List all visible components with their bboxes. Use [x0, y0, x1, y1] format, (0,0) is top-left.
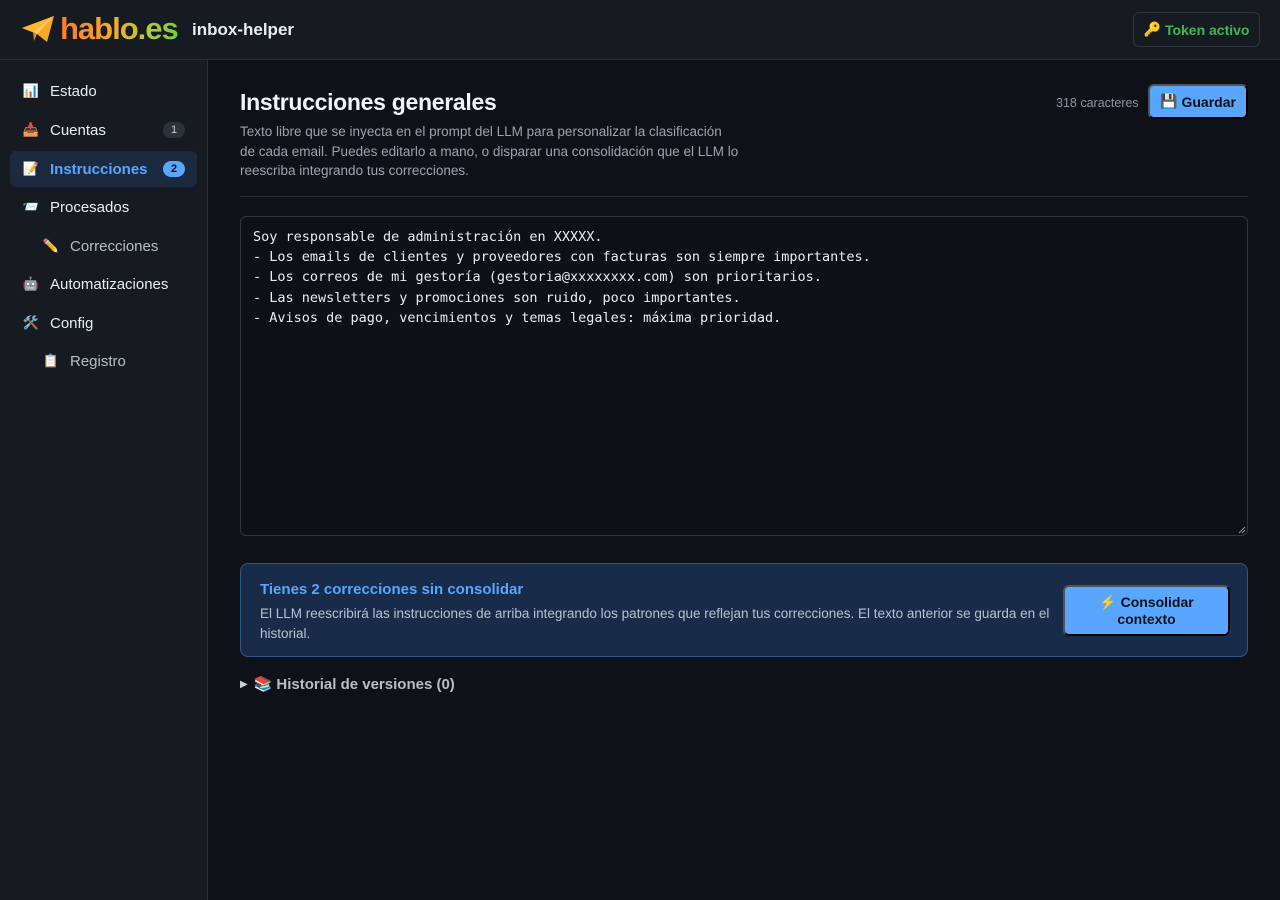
books-icon: 📚 — [253, 676, 273, 693]
sidebar-item-label: Procesados — [50, 198, 130, 216]
sidebar-item-instrucciones[interactable]: 📝 Instrucciones 2 — [10, 151, 197, 187]
consolidate-button-label-line1: Consolidar — [1120, 593, 1194, 610]
envelope-stack-icon: 📨 — [22, 199, 40, 214]
lightning-icon: ⚡ — [1099, 593, 1117, 610]
sidebar-item-label: Instrucciones — [50, 160, 148, 178]
count-badge: 1 — [163, 122, 185, 138]
token-status-label: Token activo — [1164, 21, 1250, 38]
sidebar-item-label: Config — [50, 314, 94, 332]
callout-text: El LLM reescribirá las instrucciones de … — [260, 606, 1050, 641]
robot-icon: 🤖 — [22, 276, 40, 291]
version-history-label: Historial de versiones (0) — [276, 675, 455, 693]
consolidate-button-label-line2: contexto — [1117, 610, 1176, 627]
consolidation-callout: Tienes 2 correcciones sin consolidar El … — [240, 563, 1248, 657]
floppy-disk-icon: 💾 — [1160, 93, 1178, 109]
sidebar: 📊 Estado 📥 Cuentas 1 📝 Instrucciones 2 📨… — [0, 60, 208, 900]
sidebar-item-correcciones[interactable]: ✏️ Correcciones — [10, 228, 197, 264]
top-bar: hablo.es inbox-helper 🔑 Token activo — [0, 0, 1280, 60]
sidebar-item-config[interactable]: 🛠️ Config — [10, 305, 197, 341]
token-status-button[interactable]: 🔑 Token activo — [1133, 12, 1260, 47]
version-history-toggle[interactable]: ▶ 📚 Historial de versiones (0) — [240, 674, 455, 694]
divider — [240, 196, 1248, 197]
memo-icon: 📝 — [22, 161, 40, 176]
sidebar-item-label: Cuentas — [50, 121, 106, 139]
disclosure-triangle-icon: ▶ — [240, 678, 248, 690]
sidebar-item-automatizaciones[interactable]: 🤖 Automatizaciones — [10, 266, 197, 302]
resize-grip-icon[interactable] — [1238, 526, 1246, 534]
inbox-tray-icon: 📥 — [22, 122, 40, 137]
character-count: 318 caracteres — [1056, 96, 1139, 110]
brand-logo-text[interactable]: hablo.es — [60, 10, 179, 48]
pencil-icon: ✏️ — [42, 238, 60, 253]
app-name: inbox-helper — [192, 20, 295, 39]
sidebar-item-label: Registro — [70, 352, 126, 370]
clipboard-icon: 📋 — [42, 353, 60, 368]
page-title: Instrucciones generales — [240, 89, 497, 115]
save-button-label: Guardar — [1181, 93, 1236, 110]
sidebar-item-label: Estado — [50, 82, 97, 100]
page-description: Texto libre que se inyecta en el prompt … — [240, 124, 739, 178]
sidebar-item-cuentas[interactable]: 📥 Cuentas 1 — [10, 112, 197, 148]
instructions-editor[interactable]: Soy responsable de administración en XXX… — [240, 216, 1248, 536]
tools-icon: 🛠️ — [22, 315, 40, 330]
callout-title: Tienes 2 correcciones sin consolidar — [260, 581, 524, 598]
sidebar-item-procesados[interactable]: 📨 Procesados — [10, 189, 197, 225]
key-icon: 🔑 — [1143, 21, 1161, 37]
sidebar-item-estado[interactable]: 📊 Estado — [10, 73, 197, 109]
sidebar-item-registro[interactable]: 📋 Registro — [10, 343, 197, 379]
sidebar-item-label: Automatizaciones — [50, 275, 169, 293]
consolidate-context-button[interactable]: ⚡ Consolidar contexto — [1063, 585, 1230, 636]
save-button[interactable]: 💾 Guardar — [1148, 84, 1248, 119]
count-badge: 2 — [163, 161, 185, 177]
paper-plane-icon[interactable] — [20, 14, 56, 44]
sidebar-item-label: Correcciones — [70, 237, 159, 255]
chart-icon: 📊 — [22, 83, 40, 98]
